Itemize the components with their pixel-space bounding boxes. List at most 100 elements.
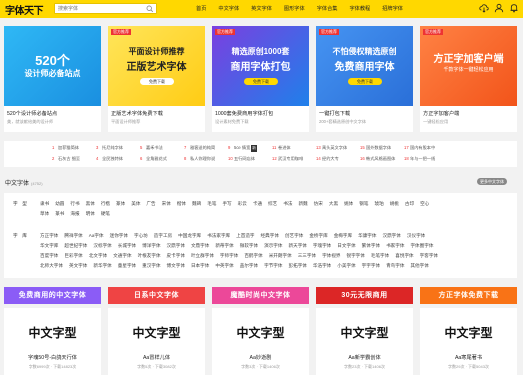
category-link[interactable]: 空心 [420,201,429,206]
category-link[interactable]: 三三字体 [298,253,316,258]
category-link[interactable]: 小美字体 [337,263,355,268]
category-link[interactable]: 新华字体 [93,263,111,268]
category-link[interactable]: 字节字体 [264,263,282,268]
category-link[interactable]: 黑体 [86,201,95,206]
category-link[interactable]: 幼圆 [55,201,64,206]
rank-item[interactable]: 17国内有股本中 [404,144,435,151]
search-box[interactable] [54,3,157,14]
category-link[interactable]: 文通字体 [113,253,131,258]
nav-signboard-fonts[interactable]: 招牌字体 [382,0,403,18]
category-link[interactable]: 楷体 [177,201,186,206]
nav-english-fonts[interactable]: 英文字体 [251,0,272,18]
font-card[interactable]: 中文字型 Aa新学霸创体 字数23次 · 下载1406次 [316,308,413,375]
rank-item[interactable]: 2 石灰古 细至 [52,155,80,162]
font-name[interactable]: Aa寒尾著书 [420,354,517,361]
rank-item[interactable]: 9 5ce 情宽新 [228,144,257,152]
category-link[interactable]: 新魏 [298,201,307,206]
category-link[interactable]: 汉标字体 [93,243,111,248]
category-link[interactable]: 叶立群字体 [191,253,214,258]
category-link[interactable]: 金桥字库 [309,233,327,238]
free-download-button[interactable]: 免费下载 [140,78,174,85]
category-link[interactable]: 百鹤字体 [244,253,262,258]
banner-card-2[interactable]: 官方推荐 平面设计师推荐 正版艺术字体 免费下载 正版艺术字体免费下载 平面设计… [108,26,205,132]
category-link[interactable]: 汉仪字体 [407,233,425,238]
category-link[interactable]: 字体圈字体 [410,243,433,248]
card-title[interactable]: 520个设计师必备站点 [7,110,57,117]
category-link[interactable]: 繁体字体 [362,243,380,248]
category-link[interactable]: 钢笔 [359,201,368,206]
category-link[interactable]: 综艺 [268,201,277,206]
card-title[interactable]: 方正字加客户端 [423,110,459,117]
category-link[interactable]: 美体 [131,201,140,206]
rank-item[interactable]: 10五行网店体 [228,155,255,162]
category-link[interactable]: 行楷 [101,201,110,206]
category-link[interactable]: 行书 [70,201,79,206]
card-title[interactable]: 正版艺术字体免费下载 [111,110,163,117]
category-link[interactable]: 演示字体 [264,243,282,248]
category-link[interactable]: 篆书 [55,211,64,216]
promo-banner[interactable]: 日系中文字体 [108,287,205,304]
category-link[interactable]: 书法家字库 [207,233,230,238]
user-icon[interactable] [494,3,504,13]
category-link[interactable]: 海报 [70,211,79,216]
category-link[interactable]: 广告 [146,201,155,206]
rank-item[interactable]: 14经约大专 [316,155,339,162]
banner-card-3[interactable]: 官方推荐 精选原创1000套 商用字体打包 免费下载 1000套免费商用字体打包… [212,26,309,132]
category-link[interactable]: 华浩字体 [313,263,331,268]
rank-item[interactable]: 3 托尼纯字体 [96,144,123,151]
category-link[interactable]: 日本字体 [191,263,209,268]
category-link[interactable]: 创艺字体 [285,233,303,238]
font-name[interactable]: Aa新学霸创体 [316,354,413,361]
category-link[interactable]: 宇宇字体 [362,263,380,268]
category-link[interactable]: 华文字库 [40,243,58,248]
category-link[interactable]: 中英字体 [215,263,233,268]
category-link[interactable]: 毛笔字体 [371,253,389,258]
free-download-button[interactable]: 免费下载 [348,78,382,85]
category-link[interactable]: 琥珀 [374,201,383,206]
category-link[interactable]: 博文字体 [167,263,185,268]
category-link[interactable]: 经典字体 [261,233,279,238]
category-link[interactable]: 青鸟字体 [386,263,404,268]
rank-item[interactable]: 13禹头英文字体 [316,144,347,151]
category-link[interactable]: Aa字体 [89,233,104,238]
category-link[interactable]: 腾祥字体 [64,233,82,238]
category-link[interactable]: 字师字体 [220,253,238,258]
font-name[interactable]: Aa妙逝剧 [212,354,309,361]
more-chinese-fonts-button[interactable]: 更多中文字体 [477,178,507,185]
category-link[interactable]: 姚体 [344,201,353,206]
category-link[interactable]: 字体视界 [322,253,340,258]
category-link[interactable]: 华康字体 [358,233,376,238]
category-link[interactable]: 魏碑 [192,201,201,206]
category-link[interactable]: 方正字体 [40,233,58,238]
category-link[interactable]: 北文字体 [89,253,107,258]
category-link[interactable]: 博洋字体 [142,243,160,248]
category-link[interactable]: 日文字体 [337,243,355,248]
category-link[interactable]: 北师大字体 [40,263,63,268]
category-link[interactable]: 汉鼎字体 [167,243,185,248]
font-card[interactable]: 中文字型 Aa冒样儿体 字数5次 · 下载3082次 [108,308,205,375]
category-link[interactable]: 新蒂字体 [215,243,233,248]
category-link[interactable]: 百度字体 [40,253,58,258]
promo-banner[interactable]: 方正字体免费下载 [420,287,517,304]
font-card[interactable]: 中文字型 Aa寒尾著书 字数29次 · 下载5043次 [420,308,517,375]
category-link[interactable]: 上首造字 [236,233,254,238]
category-link[interactable]: 金梅字库 [334,233,352,238]
nav-graphic-fonts[interactable]: 图形字体 [284,0,305,18]
category-link[interactable]: 毛笔 [207,201,216,206]
category-link[interactable]: 古印 [405,201,414,206]
category-link[interactable]: 新天字体 [289,243,307,248]
category-link[interactable]: 仿宋 [314,201,323,206]
category-link[interactable]: 喜悦字体 [395,253,413,258]
category-link[interactable]: 锐字字体 [346,253,364,258]
category-link[interactable]: 微软字体 [240,243,258,248]
site-logo[interactable]: 字体天下 [5,2,44,17]
rank-item[interactable]: 8 私人你理你说 [184,155,215,162]
rank-item[interactable]: 1 加菲猫简体 [52,144,79,151]
category-link[interactable]: 皮卡字体 [167,253,185,258]
category-link[interactable]: 巨彩字体 [64,253,82,258]
category-link[interactable]: 长城字体 [118,243,136,248]
category-link[interactable]: 彭拓字体 [289,263,307,268]
rank-item[interactable]: 18年与一把一线 [404,155,435,162]
category-link[interactable]: 超世纪字体 [64,243,87,248]
rank-item[interactable]: 16韩式风格画图体 [360,155,395,162]
